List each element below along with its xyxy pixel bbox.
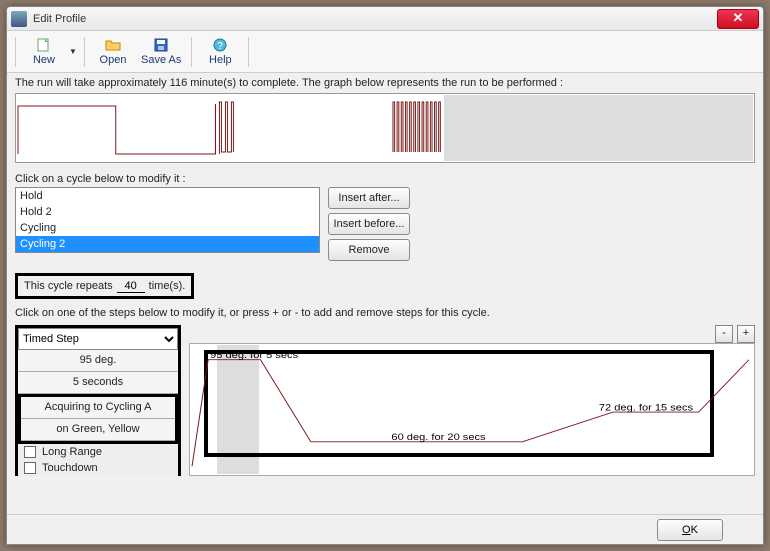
channels-cell[interactable]: on Green, Yellow xyxy=(21,419,175,441)
saveas-label: Save As xyxy=(141,54,181,66)
touchdown-label: Touchdown xyxy=(42,462,98,474)
cycle-prompt: Click on a cycle below to modify it : xyxy=(15,173,755,185)
step-temp-cell[interactable]: 95 deg. xyxy=(18,350,178,372)
close-button[interactable]: ✕ xyxy=(717,9,759,29)
selected-cycle-highlight xyxy=(444,95,753,161)
new-dropdown-arrow[interactable]: ▼ xyxy=(68,33,78,71)
cycle-item-cycling[interactable]: Cycling xyxy=(16,220,319,236)
cycle-listbox[interactable]: Hold Hold 2 Cycling Cycling 2 xyxy=(15,187,320,253)
step3-label: 72 deg. for 15 secs xyxy=(599,403,693,413)
open-button[interactable]: Open xyxy=(91,33,135,71)
step-graph[interactable]: 95 deg. for 5 secs 60 deg. for 20 secs 7… xyxy=(189,343,755,476)
remove-button[interactable]: Remove xyxy=(328,239,410,261)
repeats-input[interactable] xyxy=(117,279,145,293)
ok-button[interactable]: OK xyxy=(657,519,723,541)
save-icon xyxy=(153,37,169,53)
help-button[interactable]: ? Help xyxy=(198,33,242,71)
repeats-prefix: This cycle repeats xyxy=(24,280,113,292)
help-label: Help xyxy=(209,54,232,66)
open-icon xyxy=(105,37,121,53)
run-summary-text: The run will take approximately 116 minu… xyxy=(15,77,755,89)
step-left-panel: Timed Step 95 deg. 5 seconds Acquiring t… xyxy=(15,325,181,476)
footer: OK xyxy=(7,514,763,544)
edit-profile-window: Edit Profile ✕ New ▼ Open Save As xyxy=(6,6,764,545)
saveas-button[interactable]: Save As xyxy=(137,33,185,71)
repeats-box: This cycle repeats time(s). xyxy=(15,273,194,299)
acquiring-cell[interactable]: Acquiring to Cycling A xyxy=(21,397,175,419)
step-right-panel: - + 95 deg. for 5 secs 60 deg. for 20 se… xyxy=(189,325,755,476)
content-area: The run will take approximately 116 minu… xyxy=(7,73,763,514)
plus-minus-row: - + xyxy=(189,325,755,343)
titlebar[interactable]: Edit Profile ✕ xyxy=(7,7,763,31)
step1-label: 95 deg. for 5 secs xyxy=(210,351,298,361)
cycle-buttons: Insert after... Insert before... Remove xyxy=(328,187,410,261)
step-duration-cell[interactable]: 5 seconds xyxy=(18,372,178,394)
long-range-checkbox[interactable] xyxy=(24,446,36,458)
long-range-label: Long Range xyxy=(42,446,102,458)
touchdown-row[interactable]: Touchdown xyxy=(18,460,178,476)
cycle-item-cycling2[interactable]: Cycling 2 xyxy=(16,236,319,252)
toolbar: New ▼ Open Save As ? Help xyxy=(7,31,763,73)
svg-text:?: ? xyxy=(218,41,224,52)
cycle-item-hold[interactable]: Hold xyxy=(16,188,319,204)
insert-after-button[interactable]: Insert after... xyxy=(328,187,410,209)
insert-before-button[interactable]: Insert before... xyxy=(328,213,410,235)
app-icon xyxy=(11,11,27,27)
window-title: Edit Profile xyxy=(33,13,717,25)
remove-step-button[interactable]: - xyxy=(715,325,733,343)
cycle-item-hold2[interactable]: Hold 2 xyxy=(16,204,319,220)
long-range-row[interactable]: Long Range xyxy=(18,444,178,460)
step-type-select[interactable]: Timed Step xyxy=(18,328,178,350)
run-overview-graph[interactable] xyxy=(15,93,755,163)
new-icon xyxy=(36,37,52,53)
step-svg: 95 deg. for 5 secs 60 deg. for 20 secs 7… xyxy=(190,344,754,475)
steps-prompt: Click on one of the steps below to modif… xyxy=(15,307,755,319)
new-button[interactable]: New xyxy=(22,33,66,71)
help-icon: ? xyxy=(212,37,228,53)
cycle-row: Hold Hold 2 Cycling Cycling 2 Insert aft… xyxy=(15,187,755,261)
add-step-button[interactable]: + xyxy=(737,325,755,343)
open-label: Open xyxy=(100,54,127,66)
repeats-suffix: time(s). xyxy=(149,280,186,292)
acquisition-block: Acquiring to Cycling A on Green, Yellow xyxy=(18,394,178,444)
step2-label: 60 deg. for 20 secs xyxy=(391,433,485,443)
ok-rest: K xyxy=(691,524,698,536)
new-label: New xyxy=(33,54,55,66)
steps-row: Timed Step 95 deg. 5 seconds Acquiring t… xyxy=(15,325,755,476)
touchdown-checkbox[interactable] xyxy=(24,462,36,474)
